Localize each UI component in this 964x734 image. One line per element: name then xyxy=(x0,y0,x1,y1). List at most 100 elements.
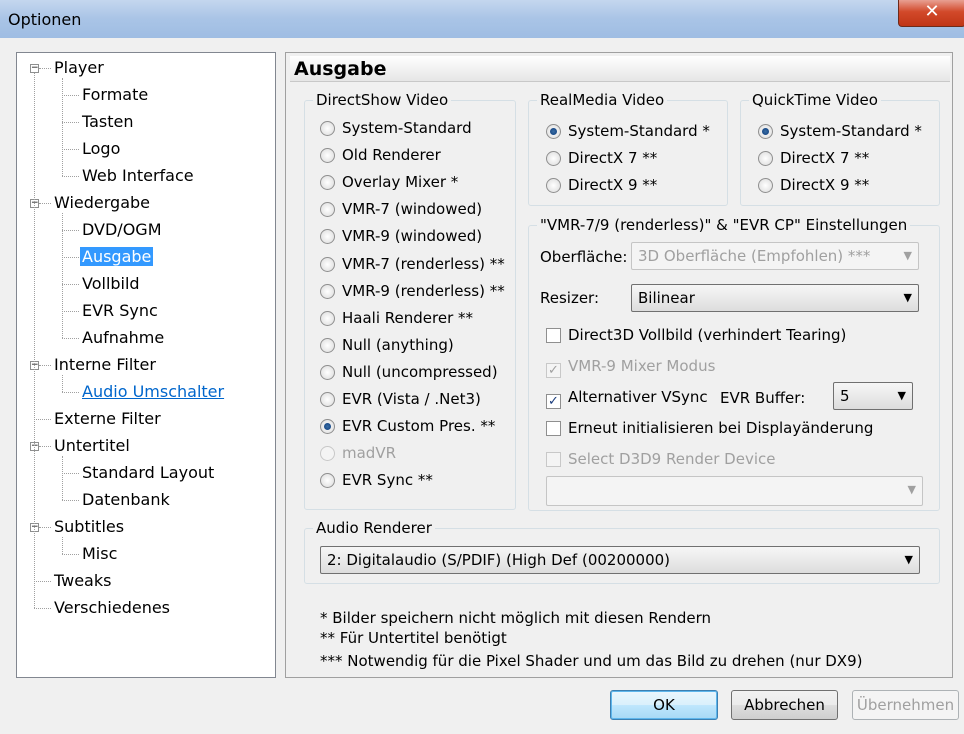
radio-button-icon xyxy=(320,337,335,353)
directshow-group-label: DirectShow Video xyxy=(313,91,452,109)
tree-item-player[interactable]: Player xyxy=(54,58,104,78)
tree-item-tasten[interactable]: Tasten xyxy=(82,112,134,132)
ds-radio-8[interactable]: Null (anything) xyxy=(320,334,454,356)
options-tree[interactable]: Player − Formate Tasten Logo Web Interface Wie… xyxy=(16,52,276,678)
ds-radio-11[interactable]: EVR Custom Pres. ** xyxy=(320,415,495,437)
ok-button[interactable]: OK xyxy=(610,690,718,720)
rm-radio-0[interactable]: System-Standard * xyxy=(546,120,710,142)
rm-radio-2[interactable]: DirectX 9 ** xyxy=(546,174,657,196)
d3d-fullscreen-checkbox[interactable]: Direct3D Vollbild (verhindert Tearing) xyxy=(546,324,846,346)
qt-radio-2[interactable]: DirectX 9 ** xyxy=(758,174,869,196)
tree-item-ausgabe[interactable]: Ausgabe xyxy=(80,247,154,267)
tree-item-label: Datenbank xyxy=(82,490,170,509)
tree-item-wiedergabe[interactable]: Wiedergabe xyxy=(54,193,150,213)
tree-item-externe-filter[interactable]: Externe Filter xyxy=(54,409,161,429)
tree-item-logo[interactable]: Logo xyxy=(82,139,120,159)
ds-radio-4[interactable]: VMR-9 (windowed) xyxy=(320,225,482,247)
tree-connector xyxy=(62,456,63,500)
note-2: ** Für Untertitel benötigt xyxy=(320,629,507,647)
evr-buffer-select[interactable]: 5 ▼ xyxy=(833,382,913,410)
tree-item-formate[interactable]: Formate xyxy=(82,85,148,105)
tree-connector xyxy=(62,257,79,258)
ds-radio-0[interactable]: System-Standard xyxy=(320,117,472,139)
ds-radio-3[interactable]: VMR-7 (windowed) xyxy=(320,198,482,220)
ds-radio-6[interactable]: VMR-9 (renderless) ** xyxy=(320,280,505,302)
qt-radio-1[interactable]: DirectX 7 ** xyxy=(758,147,869,169)
tree-connector xyxy=(39,203,51,204)
ds-radio-7[interactable]: Haali Renderer ** xyxy=(320,307,473,329)
page-title: Ausgabe xyxy=(290,56,950,82)
qt-radio-0[interactable]: System-Standard * xyxy=(758,120,922,142)
note-3: *** Notwendig für die Pixel Shader und u… xyxy=(320,652,863,670)
tree-connector xyxy=(62,554,79,555)
ds-radio-9[interactable]: Null (uncompressed) xyxy=(320,361,498,383)
tree-item-dvd-ogm[interactable]: DVD/OGM xyxy=(82,220,162,240)
tree-item-label: Tweaks xyxy=(54,571,112,590)
radio-label: System-Standard * xyxy=(780,122,922,140)
reinit-checkbox[interactable]: Erneut initialisieren bei Displayänderun… xyxy=(546,417,873,439)
radio-label: System-Standard * xyxy=(568,122,710,140)
ds-radio-10[interactable]: EVR (Vista / .Net3) xyxy=(320,388,481,410)
tree-item-misc[interactable]: Misc xyxy=(82,544,117,564)
alt-vsync-label: Alternativer VSync xyxy=(568,388,708,406)
tree-item-label: Standard Layout xyxy=(82,463,215,482)
tree-item-label: Externe Filter xyxy=(54,409,161,428)
tree-item-label: Tasten xyxy=(82,112,134,131)
cancel-button[interactable]: Abbrechen xyxy=(731,690,838,720)
tree-connector xyxy=(62,176,79,177)
radio-label: EVR Sync ** xyxy=(342,471,433,490)
tree-item-web-interface[interactable]: Web Interface xyxy=(82,166,194,186)
close-button[interactable]: ✕ xyxy=(898,0,964,27)
alt-vsync-checkbox[interactable]: ✓ Alternativer VSync xyxy=(546,386,708,409)
radio-label: EVR Custom Pres. ** xyxy=(342,417,496,436)
tree-item-aufnahme[interactable]: Aufnahme xyxy=(82,328,164,348)
chevron-down-icon: ▼ xyxy=(903,291,912,304)
vmr-settings-label: "VMR-7/9 (renderless)" & "EVR CP" Einste… xyxy=(537,216,911,234)
d3d-fullscreen-label: Direct3D Vollbild (verhindert Tearing) xyxy=(568,326,847,344)
ds-radio-1[interactable]: Old Renderer xyxy=(320,144,441,166)
surface-label: Oberfläche: xyxy=(540,248,628,266)
tree-item-label: EVR Sync xyxy=(82,301,158,320)
radio-label: System-Standard xyxy=(342,119,472,137)
radio-button-icon xyxy=(758,151,773,166)
checkbox-box xyxy=(546,452,561,467)
tree-item-label: Player xyxy=(54,58,104,77)
radio-label: Null (uncompressed) xyxy=(342,362,498,381)
tree-item-standard-layout[interactable]: Standard Layout xyxy=(82,463,214,483)
realmedia-group-label: RealMedia Video xyxy=(537,91,668,109)
ds-radio-13[interactable]: EVR Sync ** xyxy=(320,469,433,491)
tree-item-vollbild[interactable]: Vollbild xyxy=(82,274,140,294)
tree-connector xyxy=(34,419,51,420)
tree-item-interne-filter[interactable]: Interne Filter xyxy=(54,355,156,375)
radio-label: VMR-9 (renderless) ** xyxy=(342,281,505,300)
resizer-label: Resizer: xyxy=(540,289,600,307)
tree-connector xyxy=(39,446,51,447)
tree-item-label: Wiedergabe xyxy=(54,193,151,212)
radio-button-icon xyxy=(320,446,335,462)
radio-button-icon xyxy=(758,124,773,139)
tree-connector xyxy=(62,122,79,123)
tree-item-untertitel[interactable]: Untertitel xyxy=(54,436,130,456)
resizer-value: Bilinear xyxy=(638,289,695,307)
tree-item-tweaks[interactable]: Tweaks xyxy=(54,571,111,591)
chevron-down-icon: ▼ xyxy=(907,483,916,496)
tree-item-label: Misc xyxy=(82,544,118,563)
tree-item-audio-umschalter[interactable]: Audio Umschalter xyxy=(82,382,224,402)
tree-connector xyxy=(62,284,79,285)
rm-radio-1[interactable]: DirectX 7 ** xyxy=(546,147,657,169)
tree-item-evr-sync[interactable]: EVR Sync xyxy=(82,301,158,321)
select-d3d9-label: Select D3D9 Render Device xyxy=(568,450,776,468)
tree-item-subtitles[interactable]: Subtitles xyxy=(54,517,124,537)
tree-connector xyxy=(62,78,63,176)
ds-radio-5[interactable]: VMR-7 (renderless) ** xyxy=(320,253,505,275)
ds-radio-2[interactable]: Overlay Mixer * xyxy=(320,171,458,193)
collapse-icon[interactable]: − xyxy=(30,64,39,73)
audio-renderer-label: Audio Renderer xyxy=(313,519,435,537)
resizer-select[interactable]: Bilinear ▼ xyxy=(631,284,919,312)
tree-item-verschiedenes[interactable]: Verschiedenes xyxy=(54,598,170,618)
radio-button-icon xyxy=(320,148,335,164)
tree-item-label: DVD/OGM xyxy=(82,220,162,239)
radio-button-icon xyxy=(320,473,335,489)
tree-item-datenbank[interactable]: Datenbank xyxy=(82,490,170,510)
audio-renderer-select[interactable]: 2: Digitalaudio (S/PDIF) (High Def (0020… xyxy=(320,546,920,574)
